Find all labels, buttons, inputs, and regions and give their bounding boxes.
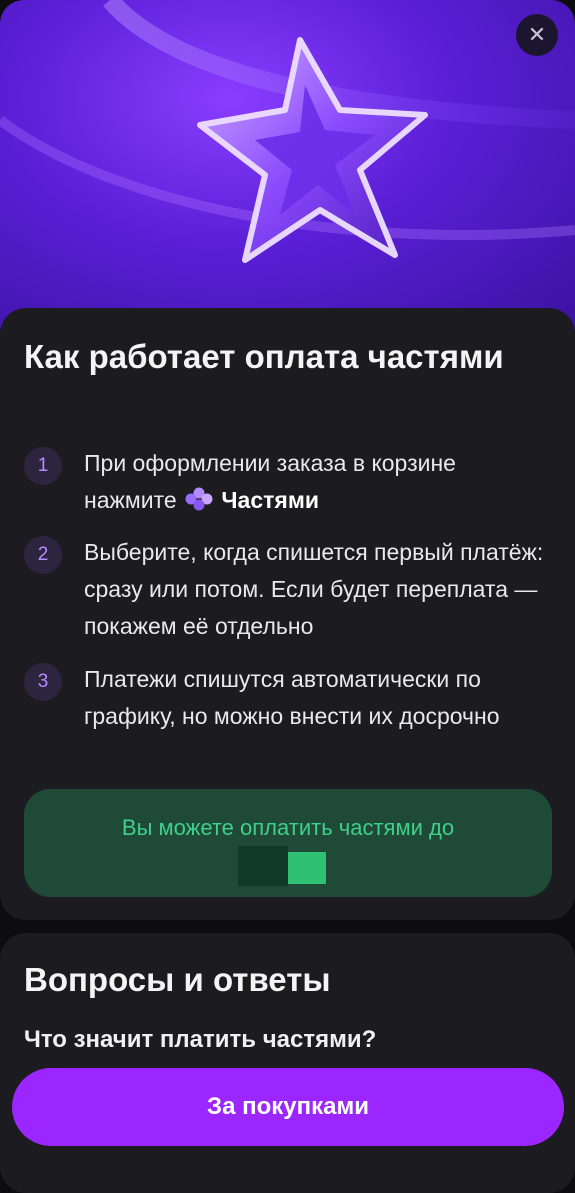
step-number: 1 [24,447,62,485]
page-title: Как работает оплата частями [24,338,504,375]
close-button[interactable]: ✕ [516,14,558,56]
faq-question[interactable]: Что значит платить частями? [24,1022,376,1058]
redaction-mask [238,846,288,886]
parts-petal-icon [185,487,213,511]
hero-banner: ✕ [0,0,575,330]
step-number: 2 [24,536,62,574]
faq-title: Вопросы и ответы [24,961,331,998]
star-illustration [0,0,575,263]
step-text: При оформлении заказа в корзине нажмите … [84,445,554,519]
go-shopping-button[interactable]: За покупками [12,1068,564,1146]
redaction-mask [288,852,326,884]
step-text: Выберите, когда спишется первый платёж: … [84,539,544,639]
limit-text: Вы можете оплатить частями до [121,815,455,840]
close-icon: ✕ [527,22,547,47]
step-number: 3 [24,663,62,701]
parts-label: Частями [221,487,319,513]
step-text: Платежи спишутся автоматически по график… [84,666,500,729]
